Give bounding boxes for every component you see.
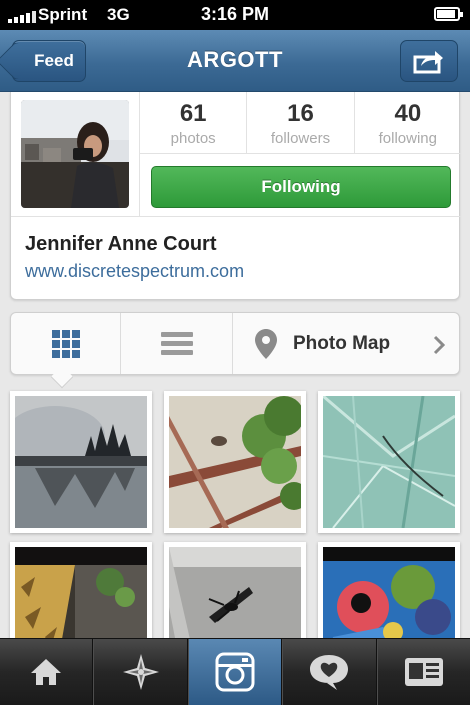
view-tabs: Photo Map: [10, 312, 460, 375]
map-pin-icon: [255, 328, 277, 359]
chevron-right-icon: [433, 335, 445, 355]
full-name: Jennifer Anne Court: [25, 233, 217, 255]
share-button[interactable]: [400, 40, 458, 82]
stat-photos[interactable]: 61 photos: [140, 92, 248, 153]
website-link[interactable]: www.discretespectrum.com: [25, 261, 244, 282]
stat-followers[interactable]: 16 followers: [247, 92, 355, 153]
tab-profile[interactable]: [376, 639, 470, 705]
following-button[interactable]: Following: [151, 166, 451, 208]
tab-list-view[interactable]: [121, 313, 233, 374]
battery-icon: [434, 7, 463, 21]
stat-value: 40: [394, 100, 422, 127]
home-icon: [31, 659, 62, 685]
profile-card: 61 photos 16 followers 40 following Foll…: [10, 92, 461, 300]
navigation-bar: Feed ARGOTT: [0, 30, 470, 92]
stat-value: 61: [179, 100, 207, 127]
camera-icon: [215, 652, 255, 692]
explore-icon: [122, 654, 159, 690]
avatar[interactable]: [21, 100, 129, 208]
stat-value: 16: [287, 100, 314, 127]
list-icon: [160, 331, 193, 355]
tab-photo-map[interactable]: Photo Map: [233, 313, 461, 374]
stat-label: followers: [270, 130, 331, 147]
tab-home[interactable]: [0, 639, 94, 705]
tab-grid-view[interactable]: [11, 313, 121, 374]
share-icon: [413, 51, 443, 74]
divider: [11, 216, 461, 217]
profile-icon: [404, 658, 443, 686]
profile-stats: 61 photos 16 followers 40 following: [139, 92, 461, 154]
tab-camera[interactable]: [187, 639, 283, 705]
tab-news[interactable]: [282, 639, 377, 705]
tab-explore[interactable]: [93, 639, 188, 705]
status-bar: Sprint 3G 3:16 PM: [0, 0, 470, 30]
news-icon: [310, 655, 349, 690]
clock: 3:16 PM: [200, 4, 270, 24]
stat-following[interactable]: 40 following: [355, 92, 461, 153]
photo-thumbnail[interactable]: [10, 391, 152, 533]
bottom-tab-bar: [0, 638, 470, 705]
stat-label: photos: [170, 130, 216, 147]
photo-thumbnail[interactable]: [164, 391, 306, 533]
photo-thumbnail[interactable]: [318, 391, 460, 533]
stat-label: following: [378, 130, 437, 147]
grid-icon: [51, 329, 80, 358]
photo-map-label: Photo Map: [293, 332, 391, 354]
